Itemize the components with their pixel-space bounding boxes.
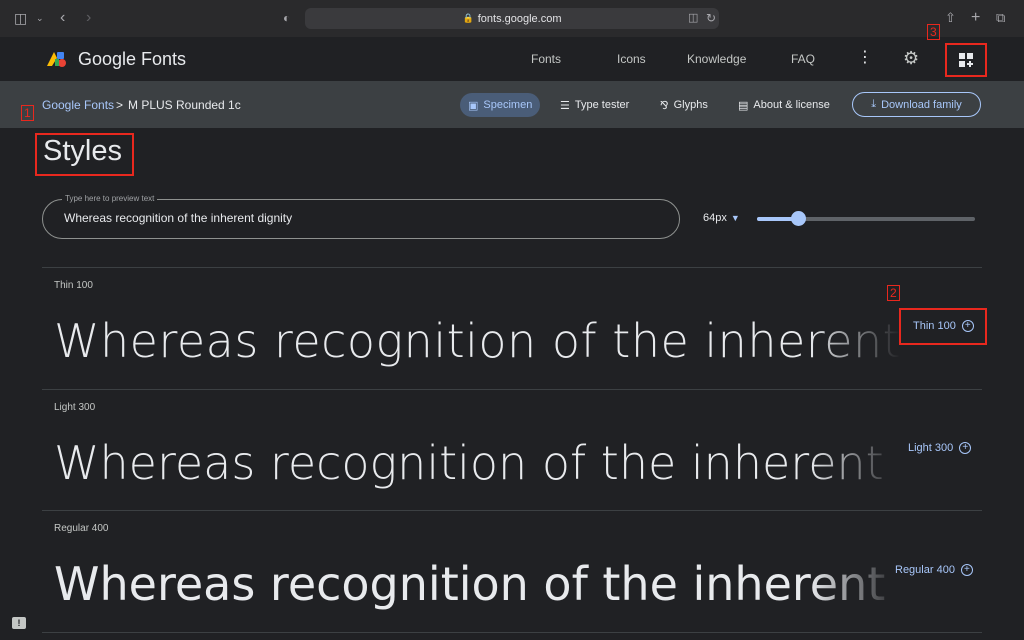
tab-specimen[interactable]: ▣ Specimen (460, 93, 541, 117)
style-name-light: Light 300 (54, 402, 96, 413)
tab-type-tester[interactable]: ☰ Type tester (552, 93, 637, 117)
sliders-icon: ☰ (560, 99, 570, 112)
breadcrumb-separator: > (116, 98, 124, 112)
breadcrumb-root[interactable]: Google Fonts (42, 98, 114, 112)
back-icon[interactable]: ‹ (60, 9, 65, 27)
browser-toolbar: ◫ ⌄ ‹ › ◐ 🔒 fonts.google.com ◫ ↻ ⇧ + ⧉ (0, 0, 1024, 37)
annotation-label-2: 2 (887, 285, 900, 301)
row-divider (42, 632, 982, 633)
row-divider (42, 389, 982, 390)
select-light-300-button[interactable]: Light 300 + (908, 442, 972, 454)
style-name-thin: Thin 100 (54, 280, 93, 291)
nav-knowledge[interactable]: Knowledge (687, 52, 746, 66)
add-circle-icon: + (960, 564, 973, 576)
select-label: Light 300 (908, 442, 954, 454)
nav-fonts[interactable]: Fonts (531, 52, 561, 66)
download-label: Download family (881, 98, 962, 111)
chevron-down-icon[interactable]: ⌄ (36, 9, 44, 27)
font-size-select[interactable]: 64px ▼ (703, 212, 740, 224)
address-bar[interactable]: 🔒 fonts.google.com (305, 8, 719, 29)
font-size-slider-thumb[interactable] (790, 211, 806, 226)
share-icon[interactable]: ⇧ (945, 9, 956, 27)
style-sample-light: Whereas recognition of the inherent dign… (54, 436, 900, 496)
tab-about-license[interactable]: ▤ About & license (730, 93, 838, 117)
url-text: fonts.google.com (477, 12, 562, 25)
style-sample-thin: Whereas recognition of the inherent dign… (54, 314, 900, 374)
more-vert-icon[interactable]: ⋮ (857, 49, 873, 67)
reload-icon[interactable]: ↻ (706, 9, 716, 27)
glyphs-icon: ⅋ (660, 99, 669, 112)
font-size-value: 64px (703, 212, 727, 224)
select-regular-400-button[interactable]: Regular 400 + (895, 564, 973, 576)
style-sample-regular: Whereas recognition of the inherent dign… (54, 557, 900, 617)
breadcrumb-current: M PLUS Rounded 1c (128, 98, 241, 112)
tab-label: Type tester (574, 99, 630, 111)
lock-icon: 🔒 (462, 13, 474, 23)
tab-overview-icon[interactable]: ⧉ (996, 9, 1005, 27)
annotation-box-1 (35, 133, 134, 176)
tab-glyphs[interactable]: ⅋ Glyphs (652, 93, 716, 117)
preview-field-label: Type here to preview text (62, 194, 158, 203)
annotation-label-3: 3 (927, 24, 940, 40)
row-divider (42, 267, 982, 268)
tab-label: About & license (753, 99, 830, 111)
annotation-label-1: 1 (21, 105, 34, 121)
tab-label: Glyphs (673, 99, 708, 111)
style-name-regular: Regular 400 (54, 523, 109, 534)
preview-input[interactable] (64, 211, 654, 225)
brand-name[interactable]: Google Fonts (78, 49, 186, 70)
select-label: Regular 400 (895, 564, 955, 576)
feedback-icon[interactable]: ! (12, 617, 26, 629)
forward-icon[interactable]: › (86, 9, 91, 27)
download-family-button[interactable]: ⤓ Download family (852, 92, 981, 117)
caret-down-icon: ▼ (730, 213, 740, 223)
annotation-box-3 (945, 43, 987, 77)
nav-icons[interactable]: Icons (617, 52, 646, 66)
annotation-box-2 (899, 308, 987, 345)
app-header: Google Fonts Fonts Icons Knowledge FAQ ⋮… (0, 37, 1024, 82)
google-fonts-logo-icon[interactable] (46, 50, 68, 68)
row-divider (42, 510, 982, 511)
download-icon: ⤓ (871, 98, 877, 110)
add-circle-icon: + (959, 442, 972, 454)
theme-toggle-icon[interactable]: ⚙ (903, 48, 919, 69)
tab-label: Specimen (483, 99, 533, 111)
article-icon: ▤ (738, 99, 749, 112)
sidebar-toggle-icon[interactable]: ◫ (14, 9, 27, 27)
nav-faq[interactable]: FAQ (791, 52, 815, 66)
new-tab-icon[interactable]: + (971, 9, 980, 27)
translate-icon[interactable]: ◫ (688, 9, 698, 27)
shield-icon[interactable]: ◐ (283, 9, 290, 27)
specimen-icon: ▣ (468, 99, 479, 112)
